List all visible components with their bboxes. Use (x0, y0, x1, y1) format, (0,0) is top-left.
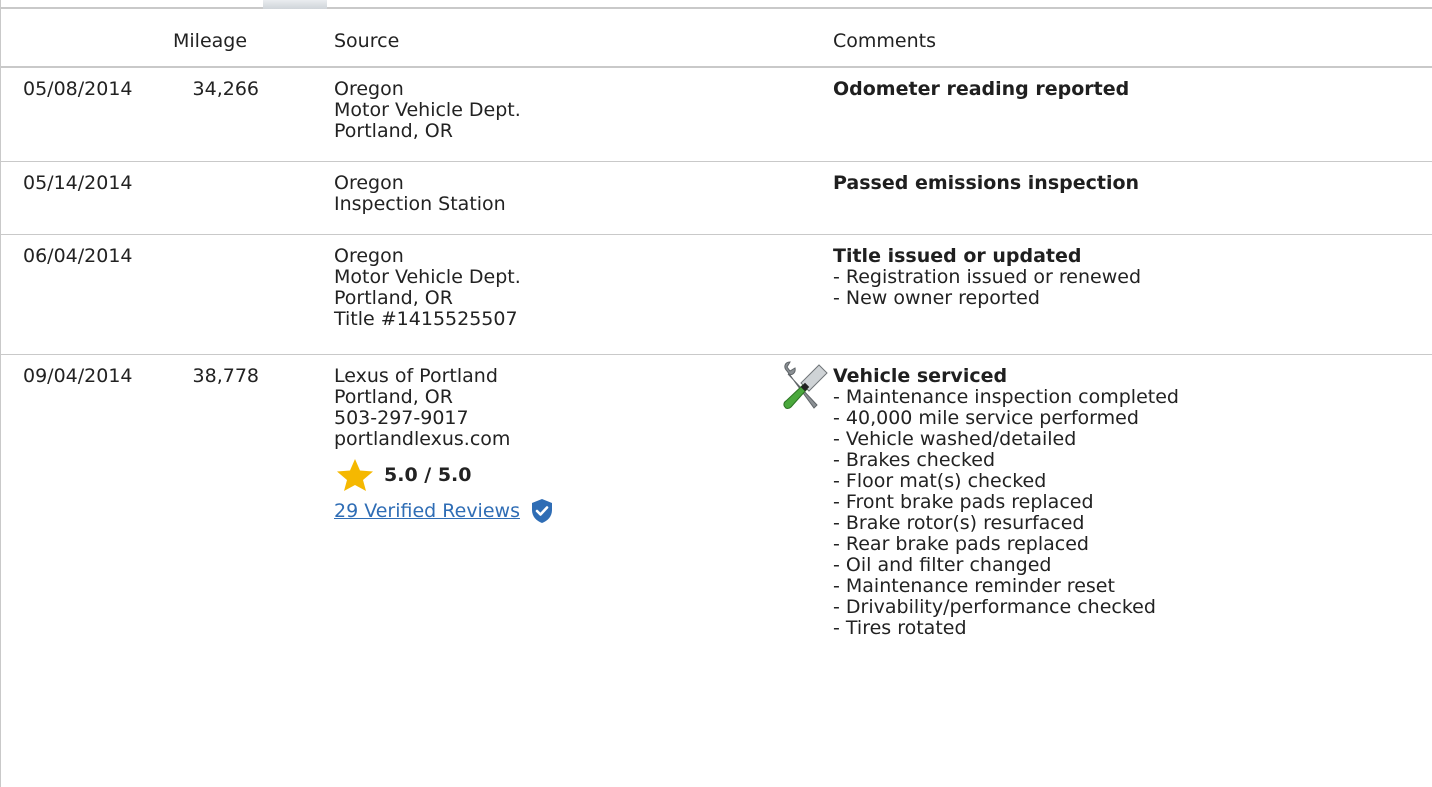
table-row: 05/08/2014 34,266 Oregon Motor Vehicle D… (1, 68, 1432, 162)
wrench-screwdriver-icon (783, 361, 828, 409)
source-line: Motor Vehicle Dept. (334, 266, 521, 288)
dealer-rating: 5.0 / 5.0 (334, 458, 554, 492)
table-header: Mileage Source Comments (1, 9, 1432, 68)
comment-detail: - Front brake pads replaced (833, 491, 1094, 513)
comment-headline: Passed emissions inspection (833, 172, 1140, 194)
header-mileage: Mileage (173, 30, 248, 52)
star-icon (337, 459, 373, 491)
record-date: 09/04/2014 (23, 365, 133, 387)
rating-value: 5.0 / 5.0 (384, 463, 472, 486)
comment-detail: - Drivability/performance checked (833, 596, 1156, 618)
source-line: Oregon (334, 245, 404, 267)
top-tab-fragment (263, 0, 327, 9)
record-mileage: 34,266 (192, 78, 259, 100)
record-comments: Title issued or updated - Registration i… (833, 246, 1141, 309)
source-line: portlandlexus.com (334, 428, 511, 450)
comment-detail: - Vehicle washed/detailed (833, 428, 1077, 450)
verified-reviews-link[interactable]: 29 Verified Reviews (334, 500, 520, 522)
comment-detail: - Rear brake pads replaced (833, 533, 1089, 555)
record-source: Lexus of Portland Portland, OR 503-297-9… (334, 366, 554, 524)
source-line: Portland, OR (334, 386, 453, 408)
comment-headline: Odometer reading reported (833, 78, 1130, 100)
record-source: Oregon Motor Vehicle Dept. Portland, OR … (334, 246, 521, 330)
source-line: Oregon (334, 78, 404, 100)
reviews-row: 29 Verified Reviews (334, 498, 554, 524)
comment-detail: - Oil and filter changed (833, 554, 1052, 576)
table-row: 06/04/2014 Oregon Motor Vehicle Dept. Po… (1, 235, 1432, 355)
header-comments: Comments (833, 30, 936, 52)
record-date: 06/04/2014 (23, 245, 133, 267)
record-comments: Passed emissions inspection (833, 173, 1139, 194)
comment-detail: - Registration issued or renewed (833, 266, 1141, 288)
record-source: Oregon Motor Vehicle Dept. Portland, OR (334, 79, 521, 142)
comment-detail: - Tires rotated (833, 617, 967, 639)
record-comments: Vehicle serviced - Maintenance inspectio… (833, 366, 1179, 639)
verified-shield-icon (531, 499, 552, 523)
header-source: Source (334, 30, 400, 52)
record-date: 05/08/2014 (23, 78, 133, 100)
source-line: Portland, OR (334, 120, 453, 142)
comment-detail: - New owner reported (833, 287, 1040, 309)
source-line: Lexus of Portland (334, 365, 498, 387)
source-line: Portland, OR (334, 287, 453, 309)
source-line: Inspection Station (334, 193, 506, 215)
comment-detail: - Maintenance inspection completed (833, 386, 1179, 408)
table-row: 05/14/2014 Oregon Inspection Station Pas… (1, 162, 1432, 235)
record-comments: Odometer reading reported (833, 79, 1129, 100)
comment-headline: Vehicle serviced (833, 365, 1008, 387)
source-line: 503-297-9017 (334, 407, 469, 429)
source-line: Title #1415525507 (334, 308, 518, 330)
source-line: Oregon (334, 172, 404, 194)
record-mileage: 38,778 (192, 365, 259, 387)
comment-detail: - 40,000 mile service performed (833, 407, 1139, 429)
vehicle-history-page: Mileage Source Comments 05/08/2014 34,26… (0, 0, 1432, 787)
comment-detail: - Brake rotor(s) resurfaced (833, 512, 1085, 534)
source-line: Motor Vehicle Dept. (334, 99, 521, 121)
comment-headline: Title issued or updated (833, 245, 1082, 267)
record-source: Oregon Inspection Station (334, 173, 506, 215)
comment-detail: - Maintenance reminder reset (833, 575, 1115, 597)
comment-detail: - Brakes checked (833, 449, 996, 471)
record-date: 05/14/2014 (23, 172, 133, 194)
table-row: 09/04/2014 38,778 Lexus of Portland Port… (1, 355, 1432, 787)
comment-detail: - Floor mat(s) checked (833, 470, 1047, 492)
